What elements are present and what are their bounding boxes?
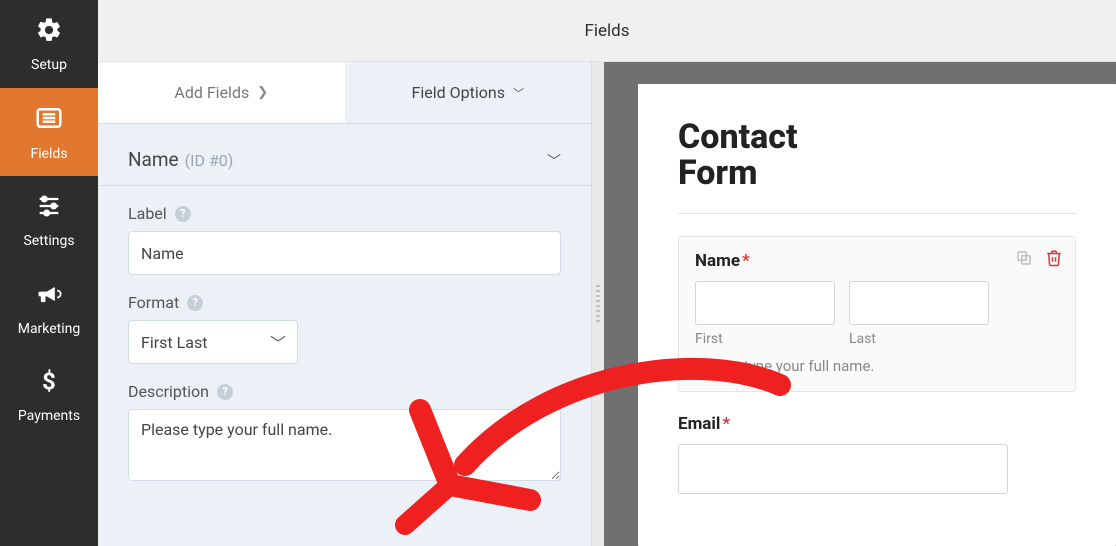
gear-icon — [35, 16, 63, 51]
svg-text:$: $ — [42, 369, 56, 395]
format-select[interactable]: First Last — [128, 320, 298, 364]
panel-resize-handle[interactable] — [592, 62, 604, 546]
sidebar: Setup Fields Settings Marketing $ Paymen… — [0, 0, 98, 546]
chevron-down-icon: ﹀ — [513, 85, 524, 101]
last-name-input[interactable] — [849, 281, 989, 325]
tab-field-options[interactable]: Field Options ﹀ — [345, 62, 592, 124]
format-caption: Format — [128, 293, 179, 312]
preview-card: Contact Form Name* First — [638, 84, 1116, 546]
tab-label: Add Fields — [174, 83, 249, 102]
section-header[interactable]: Name (ID #0) ﹀ — [98, 124, 591, 186]
section-id: (ID #0) — [185, 151, 234, 170]
tab-add-fields[interactable]: Add Fields ❯ — [98, 62, 345, 124]
sidebar-item-fields[interactable]: Fields — [0, 88, 98, 176]
chevron-right-icon: ❯ — [257, 85, 268, 100]
row-description: Description ? — [128, 382, 561, 485]
label-input[interactable] — [128, 231, 561, 275]
field-description: Please type your full name. — [695, 357, 1059, 375]
dollar-icon: $ — [36, 369, 62, 402]
help-icon[interactable]: ? — [217, 384, 233, 400]
row-label: Label ? — [128, 204, 561, 275]
help-icon[interactable]: ? — [175, 206, 191, 222]
sidebar-item-settings[interactable]: Settings — [0, 176, 98, 264]
tab-label: Field Options — [412, 83, 505, 102]
trash-icon[interactable] — [1045, 249, 1063, 267]
divider — [678, 213, 1076, 214]
first-name-input[interactable] — [695, 281, 835, 325]
sidebar-item-label: Settings — [23, 233, 74, 249]
description-caption: Description — [128, 382, 209, 401]
row-format: Format ? First Last ﹀ — [128, 293, 561, 364]
field-options-panel: Add Fields ❯ Field Options ﹀ Name (ID #0… — [98, 62, 592, 546]
required-mark: * — [722, 414, 730, 434]
sidebar-item-payments[interactable]: $ Payments — [0, 352, 98, 440]
sidebar-item-label: Setup — [31, 57, 67, 73]
description-textarea[interactable] — [128, 409, 561, 481]
field-block-email[interactable]: Email* — [678, 414, 1076, 494]
megaphone-icon — [35, 280, 63, 315]
field-label-text: Name — [695, 251, 740, 271]
sidebar-item-label: Payments — [18, 408, 80, 424]
page-title: Fields — [584, 21, 629, 41]
page-header: Fields — [98, 0, 1116, 62]
section-title: Name — [128, 148, 179, 171]
required-mark: * — [742, 251, 750, 271]
email-input[interactable] — [678, 444, 1008, 494]
sidebar-item-label: Marketing — [18, 321, 81, 337]
last-caption: Last — [849, 331, 989, 347]
form-preview-panel: Contact Form Name* First — [604, 62, 1116, 546]
form-title: Contact Form — [678, 120, 878, 191]
copy-icon[interactable] — [1015, 249, 1033, 267]
sidebar-item-setup[interactable]: Setup — [0, 0, 98, 88]
sidebar-item-label: Fields — [30, 146, 67, 162]
first-caption: First — [695, 331, 835, 347]
sidebar-item-marketing[interactable]: Marketing — [0, 264, 98, 352]
panel-tabs: Add Fields ❯ Field Options ﹀ — [98, 62, 591, 124]
label-caption: Label — [128, 204, 167, 223]
sliders-icon — [35, 192, 63, 227]
field-label-text: Email — [678, 414, 720, 434]
help-icon[interactable]: ? — [187, 295, 203, 311]
list-icon — [34, 103, 64, 140]
field-block-name[interactable]: Name* First Last Please type your full n… — [678, 236, 1076, 392]
chevron-down-icon: ﹀ — [547, 151, 561, 171]
